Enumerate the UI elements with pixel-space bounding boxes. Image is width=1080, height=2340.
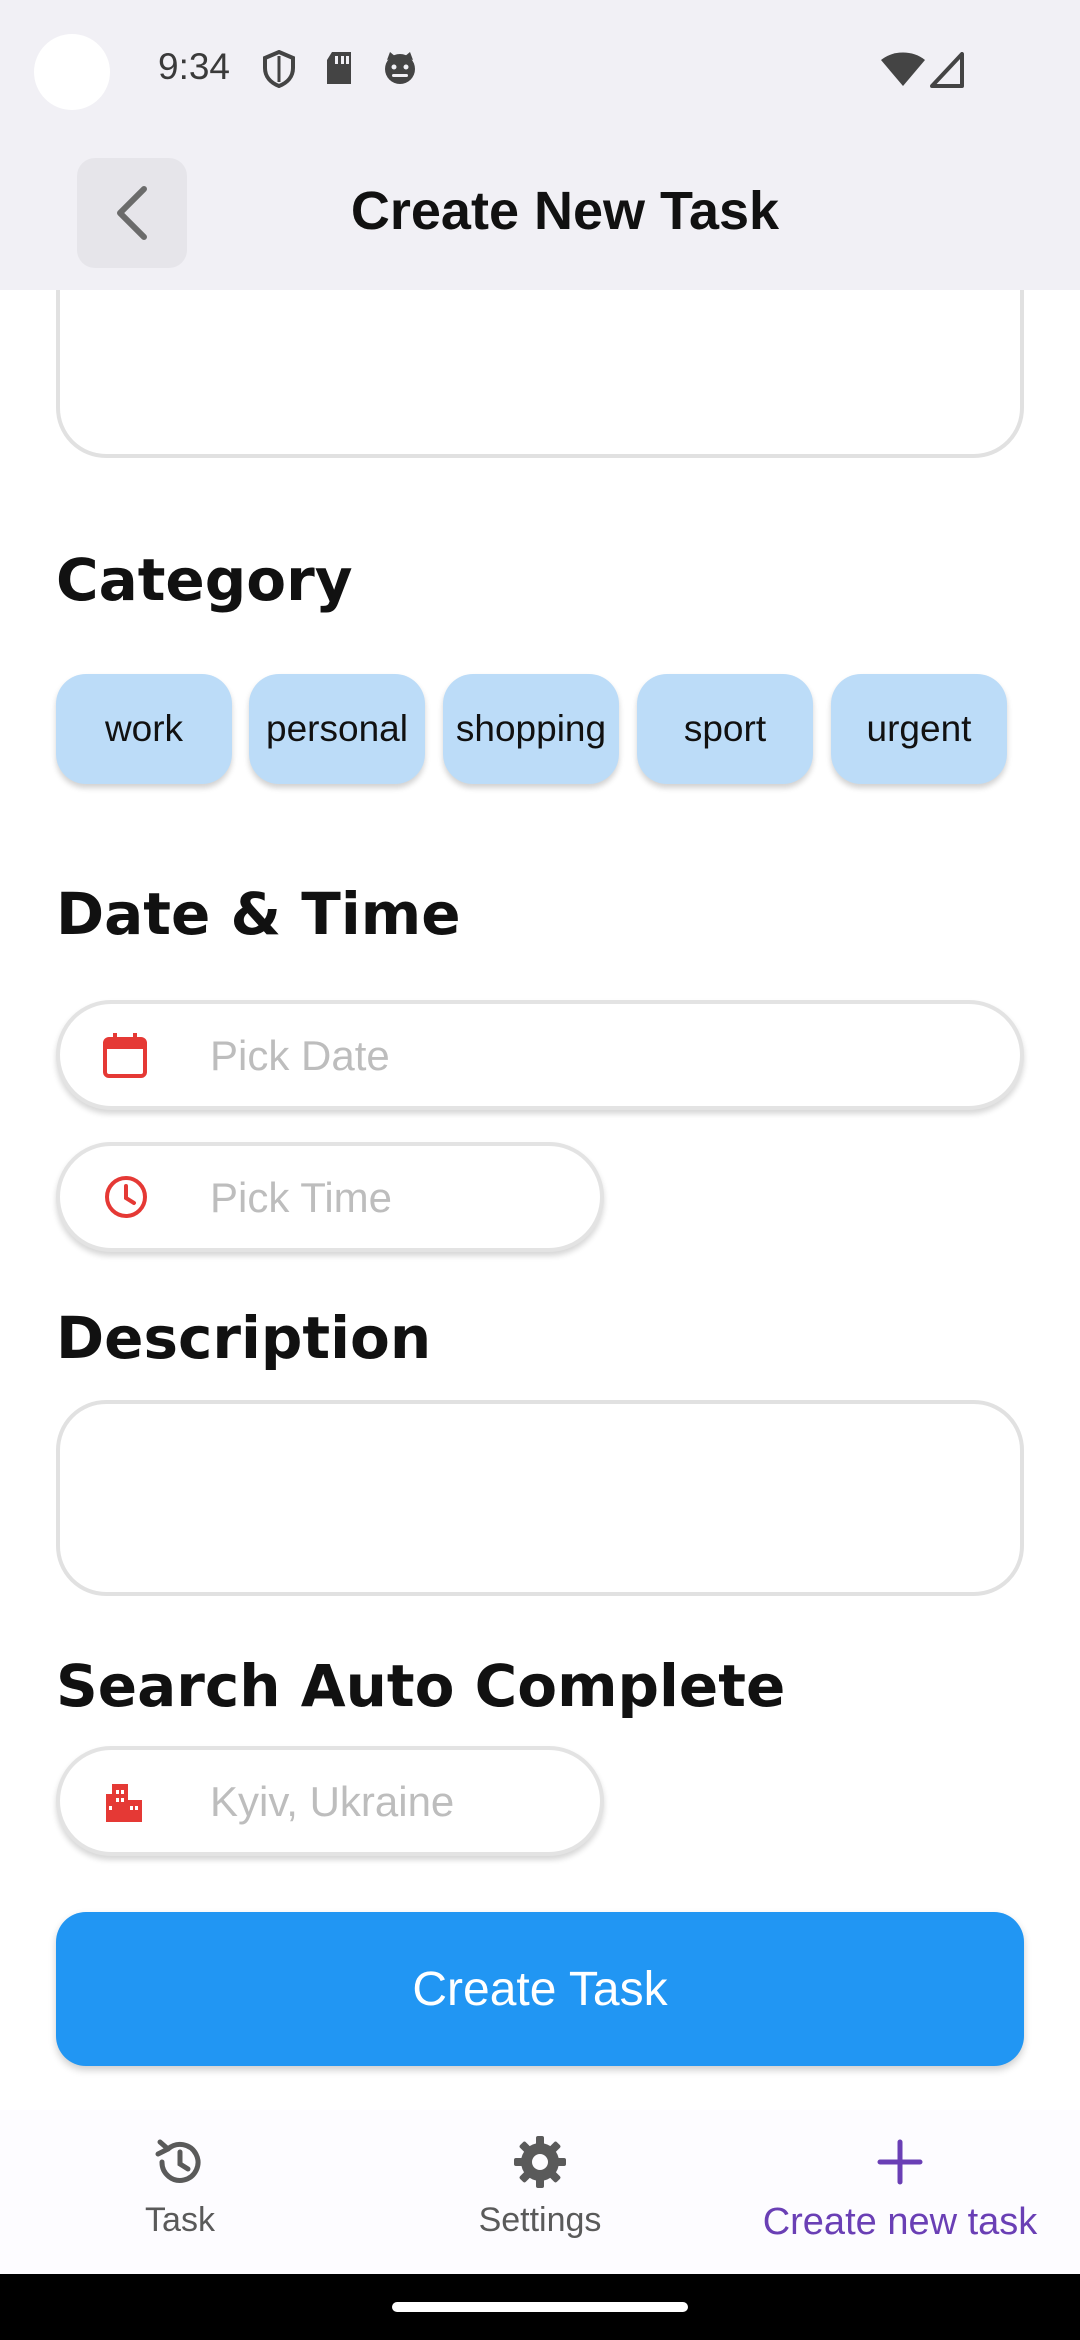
category-heading: Category [56,546,353,614]
cell-signal-icon [930,52,964,88]
nav-label-create-new-task: Create new task [762,2201,1038,2243]
chip-work[interactable]: work [56,674,232,784]
chip-shopping[interactable]: shopping [443,674,619,784]
gesture-area [0,2274,1080,2340]
pick-time-field[interactable]: Pick Time [56,1142,604,1252]
location-search-input[interactable]: Kyiv, Ukraine [56,1746,604,1856]
app-bar: Create New Task [0,142,1080,290]
search-heading: Search Auto Complete [56,1652,786,1720]
gear-icon [514,2136,566,2188]
description-field[interactable] [56,1400,1024,1596]
plus-icon [877,2139,923,2185]
city-icon [106,1784,142,1822]
title-field[interactable] [56,290,1024,458]
chip-urgent[interactable]: urgent [831,674,1007,784]
location-placeholder: Kyiv, Ukraine [210,1778,455,1825]
page-title: Create New Task [350,181,780,241]
chip-sport[interactable]: sport [637,674,813,784]
home-gesture-handle[interactable] [392,2302,688,2312]
form-content[interactable]: Category work personal shopping sport ur… [0,290,1080,2110]
nav-item-create-new-task[interactable]: Create new task [720,2134,1080,2244]
cat-face-icon [385,52,415,84]
clock-icon [105,1176,147,1218]
pick-time-placeholder: Pick Time [210,1174,393,1221]
pick-date-field[interactable]: Pick Date [56,1000,1024,1110]
pick-date-placeholder: Pick Date [210,1032,390,1079]
nav-item-task[interactable]: Task [0,2134,360,2240]
bottom-navigation: Task Settings Create new task [0,2110,1080,2274]
shield-icon [263,50,295,88]
chip-personal[interactable]: personal [249,674,425,784]
create-task-button[interactable]: Create Task [56,1912,1024,2066]
calendar-icon [103,1033,147,1078]
nav-label-task: Task [145,2201,215,2239]
history-icon [155,2139,201,2183]
status-bar: 9:34 [0,0,1080,142]
description-heading: Description [56,1304,432,1372]
camera-cutout [34,34,110,110]
wifi-icon [881,52,925,86]
nav-label-settings: Settings [478,2201,602,2239]
date-time-heading: Date & Time [56,880,461,948]
nav-item-settings[interactable]: Settings [360,2134,720,2240]
status-time: 9:34 [158,46,231,87]
sd-card-icon [327,52,351,84]
